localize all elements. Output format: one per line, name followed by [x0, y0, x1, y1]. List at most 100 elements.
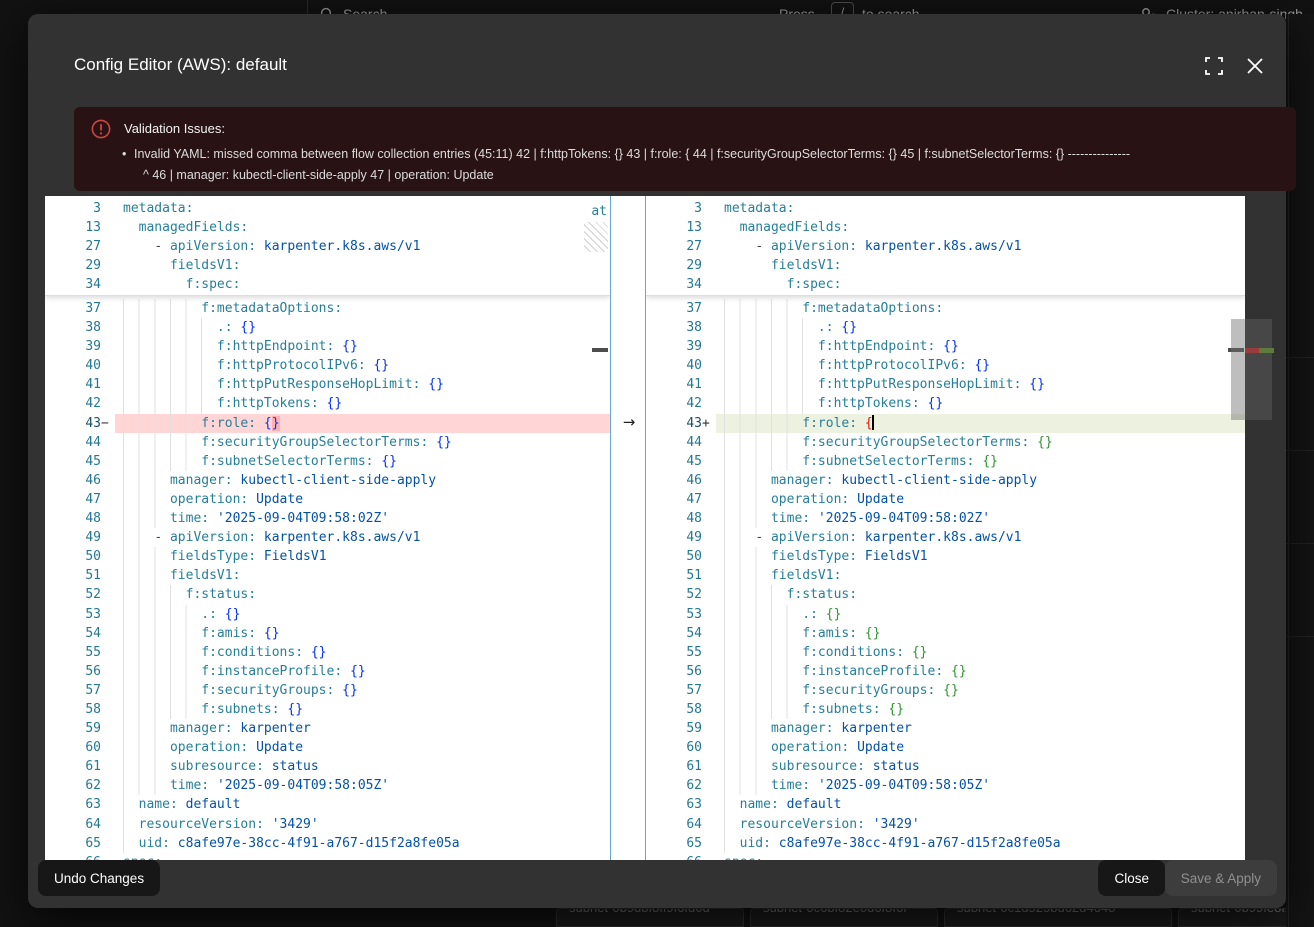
diff-marker [702, 218, 716, 237]
code-line[interactable]: 61 subresource: status [45, 757, 610, 776]
code-line[interactable]: 65 uid: c8afe97e-38cc-4f91-a767-d15f2a8f… [646, 834, 1245, 853]
code-line[interactable]: 41 f:httpPutResponseHopLimit: {} [646, 375, 1245, 394]
code-line[interactable]: 44 f:securityGroupSelectorTerms: {} [45, 433, 610, 452]
code-line[interactable]: 37 f:metadataOptions: [45, 299, 610, 318]
code-line[interactable]: 47 operation: Update [646, 490, 1245, 509]
sticky-line[interactable]: 34 f:spec: [646, 275, 1245, 294]
line-number: 58 [646, 700, 702, 719]
code-line[interactable]: 66spec: [646, 853, 1245, 860]
sticky-line[interactable]: 3metadata: [45, 199, 610, 218]
save-apply-button[interactable]: Save & Apply [1165, 860, 1277, 896]
code-line[interactable]: 42 f:httpTokens: {} [646, 394, 1245, 413]
line-number: 51 [646, 566, 702, 585]
diff-marker [702, 643, 716, 662]
vertical-scrollbar-thumb[interactable] [1231, 319, 1245, 420]
code-line[interactable]: 60 operation: Update [45, 738, 610, 757]
code-line[interactable]: 46 manager: kubectl-client-side-apply [45, 471, 610, 490]
code-line[interactable]: 38 .: {} [45, 318, 610, 337]
diff-pane-modified[interactable]: 3metadata:13 managedFields:27 - apiVersi… [646, 196, 1245, 860]
diff-marker [702, 566, 716, 585]
line-number: 47 [646, 490, 702, 509]
code-line[interactable]: 58 f:subnets: {} [45, 700, 610, 719]
code-line[interactable]: 62 time: '2025-09-04T09:58:05Z' [45, 776, 610, 795]
code-line[interactable]: 65 uid: c8afe97e-38cc-4f91-a767-d15f2a8f… [45, 834, 610, 853]
code-line[interactable]: 40 f:httpProtocolIPv6: {} [646, 356, 1245, 375]
code-line[interactable]: 62 time: '2025-09-04T09:58:05Z' [646, 776, 1245, 795]
diff-marker [702, 356, 716, 375]
overview-ruler[interactable] [1245, 196, 1277, 860]
code-line[interactable]: 41 f:httpPutResponseHopLimit: {} [45, 375, 610, 394]
code-line[interactable]: 45 f:subnetSelectorTerms: {} [45, 452, 610, 471]
code-line[interactable]: 45 f:subnetSelectorTerms: {} [646, 452, 1245, 471]
code-line[interactable]: 38 .: {} [646, 318, 1245, 337]
sticky-line[interactable]: 34 f:spec: [45, 275, 610, 294]
code-line[interactable]: 50 fieldsType: FieldsV1 [45, 547, 610, 566]
code-line[interactable]: 60 operation: Update [646, 738, 1245, 757]
code-line[interactable]: 58 f:subnets: {} [646, 700, 1245, 719]
revert-change-arrow[interactable]: → [619, 412, 639, 432]
code-line[interactable]: 64 resourceVersion: '3429' [45, 815, 610, 834]
code-line[interactable]: 55 f:conditions: {} [646, 643, 1245, 662]
code-line[interactable]: 49 - apiVersion: karpenter.k8s.aws/v1 [646, 528, 1245, 547]
code-line[interactable]: 43− f:role: {} [45, 414, 610, 433]
sticky-line[interactable]: 13 managedFields: [45, 218, 610, 237]
diff-marker [101, 490, 115, 509]
diff-marker [702, 776, 716, 795]
code-line[interactable]: 54 f:amis: {} [45, 624, 610, 643]
line-number: 57 [45, 681, 101, 700]
code-line[interactable]: 37 f:metadataOptions: [646, 299, 1245, 318]
code-line[interactable]: 48 time: '2025-09-04T09:58:02Z' [45, 509, 610, 528]
code-line[interactable]: 47 operation: Update [45, 490, 610, 509]
sticky-line[interactable]: 29 fieldsV1: [646, 256, 1245, 275]
code-line[interactable]: 49 - apiVersion: karpenter.k8s.aws/v1 [45, 528, 610, 547]
code-line[interactable]: 66spec: [45, 853, 610, 860]
code-line[interactable]: 48 time: '2025-09-04T09:58:02Z' [646, 509, 1245, 528]
dialog-title: Config Editor (AWS): default [74, 55, 287, 75]
close-button[interactable] [1245, 56, 1267, 78]
code-line[interactable]: 57 f:securityGroups: {} [646, 681, 1245, 700]
diff-sash[interactable]: → [610, 196, 646, 860]
code-line[interactable]: 61 subresource: status [646, 757, 1245, 776]
code-line[interactable]: 39 f:httpEndpoint: {} [646, 337, 1245, 356]
code-line[interactable]: 44 f:securityGroupSelectorTerms: {} [646, 433, 1245, 452]
code-line[interactable]: 51 fieldsV1: [646, 566, 1245, 585]
code-line[interactable]: 63 name: default [646, 795, 1245, 814]
code-text: fieldsV1: [716, 256, 1245, 275]
close-footer-button[interactable]: Close [1098, 860, 1165, 896]
code-line[interactable]: 39 f:httpEndpoint: {} [45, 337, 610, 356]
sticky-line[interactable]: 29 fieldsV1: [45, 256, 610, 275]
code-text: - apiVersion: karpenter.k8s.aws/v1 [115, 237, 610, 256]
diff-marker [702, 199, 716, 218]
code-line[interactable]: 56 f:instanceProfile: {} [45, 662, 610, 681]
line-number: 46 [646, 471, 702, 490]
code-line[interactable]: 53 .: {} [45, 605, 610, 624]
overview-slider[interactable] [1245, 319, 1272, 420]
code-line[interactable]: 42 f:httpTokens: {} [45, 394, 610, 413]
code-line[interactable]: 64 resourceVersion: '3429' [646, 815, 1245, 834]
diff-pane-original[interactable]: 3metadata:13 managedFields:27 - apiVersi… [45, 196, 610, 860]
code-line[interactable]: 43+ f:role: { [646, 414, 1245, 433]
line-number: 34 [646, 275, 702, 294]
sticky-line[interactable]: 13 managedFields: [646, 218, 1245, 237]
code-line[interactable]: 59 manager: karpenter [45, 719, 610, 738]
code-line[interactable]: 51 fieldsV1: [45, 566, 610, 585]
code-text: f:subnetSelectorTerms: {} [115, 452, 610, 471]
code-line[interactable]: 56 f:instanceProfile: {} [646, 662, 1245, 681]
code-line[interactable]: 54 f:amis: {} [646, 624, 1245, 643]
code-line[interactable]: 57 f:securityGroups: {} [45, 681, 610, 700]
code-line[interactable]: 40 f:httpProtocolIPv6: {} [45, 356, 610, 375]
code-line[interactable]: 55 f:conditions: {} [45, 643, 610, 662]
sticky-line[interactable]: 27 - apiVersion: karpenter.k8s.aws/v1 [45, 237, 610, 256]
code-line[interactable]: 59 manager: karpenter [646, 719, 1245, 738]
code-line[interactable]: 46 manager: kubectl-client-side-apply [646, 471, 1245, 490]
code-text: fieldsType: FieldsV1 [115, 547, 610, 566]
undo-changes-button[interactable]: Undo Changes [38, 860, 160, 896]
fullscreen-button[interactable] [1204, 56, 1226, 78]
code-line[interactable]: 50 fieldsType: FieldsV1 [646, 547, 1245, 566]
code-line[interactable]: 52 f:status: [45, 585, 610, 604]
code-line[interactable]: 53 .: {} [646, 605, 1245, 624]
code-line[interactable]: 52 f:status: [646, 585, 1245, 604]
code-line[interactable]: 63 name: default [45, 795, 610, 814]
sticky-line[interactable]: 3metadata: [646, 199, 1245, 218]
sticky-line[interactable]: 27 - apiVersion: karpenter.k8s.aws/v1 [646, 237, 1245, 256]
